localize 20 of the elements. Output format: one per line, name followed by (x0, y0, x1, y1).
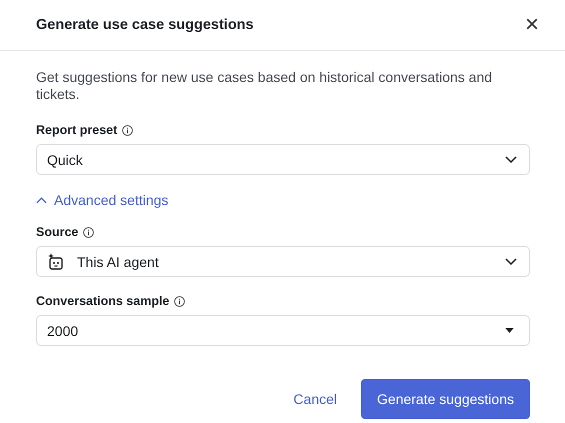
select-field[interactable]: Quick (36, 144, 530, 175)
description: Get suggestions for new use cases based on historical conversations and tickets. (36, 69, 494, 103)
select-field[interactable]: This AI agent (36, 246, 530, 277)
select-field[interactable]: 2000 (36, 315, 530, 346)
chevron-down-icon (505, 258, 517, 265)
close-button[interactable]: × (524, 13, 539, 37)
info-icon (83, 226, 94, 238)
info-icon (174, 296, 186, 306)
generate-button[interactable]: Generate suggestions (361, 379, 530, 419)
field-label: Source (36, 225, 78, 239)
chevron-down-icon (505, 156, 517, 163)
field-label: Report preset (36, 123, 118, 137)
advanced-settings-toggle[interactable]: Advanced settings (36, 192, 168, 208)
caret-icon (505, 328, 514, 333)
robot-icon (47, 252, 65, 270)
chevron-icon (36, 196, 47, 204)
dialog-title: Generate use case suggestions (36, 17, 254, 33)
cancel-button[interactable]: Cancel (293, 391, 338, 407)
field-label: Conversations sample (36, 294, 170, 308)
info-icon (122, 124, 134, 136)
